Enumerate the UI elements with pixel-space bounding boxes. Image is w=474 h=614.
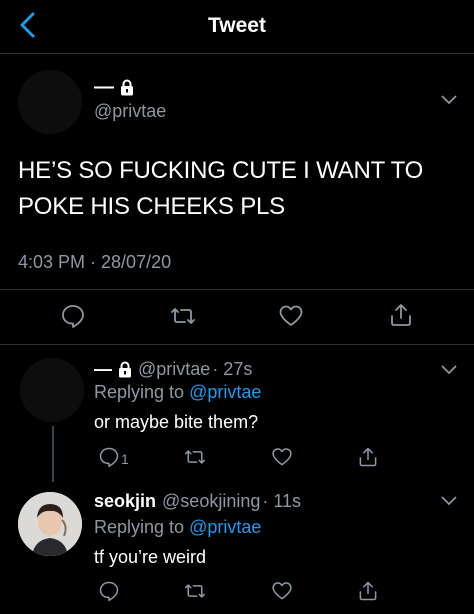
retweet-icon[interactable] xyxy=(180,442,210,472)
avatar[interactable] xyxy=(18,492,82,556)
reply-count: 1 xyxy=(121,451,129,467)
reply-header: seokjin @seokjining · 11s xyxy=(94,491,301,512)
avatar[interactable] xyxy=(18,70,82,134)
author-handle[interactable]: @seokjining xyxy=(162,491,260,512)
share-icon[interactable] xyxy=(386,300,416,330)
author-handle[interactable]: @privtae xyxy=(138,359,210,380)
retweet-icon[interactable] xyxy=(168,301,198,331)
like-icon[interactable] xyxy=(267,442,297,472)
reply-header: — @privtae · 27s xyxy=(94,359,252,380)
replying-to-link[interactable]: @privtae xyxy=(189,517,261,537)
lock-icon xyxy=(119,361,131,378)
divider xyxy=(0,289,474,290)
replying-to: Replying to @privtae xyxy=(94,517,262,537)
top-bar: Tweet xyxy=(0,0,474,54)
reply-time: · 27s xyxy=(212,359,253,379)
divider xyxy=(0,344,474,345)
share-icon[interactable] xyxy=(353,576,383,606)
author-name[interactable]: — xyxy=(94,359,112,380)
author-name[interactable]: seokjin xyxy=(94,491,156,512)
like-icon[interactable] xyxy=(267,576,297,606)
author-name[interactable]: — xyxy=(94,76,134,99)
chevron-down-icon[interactable] xyxy=(441,95,457,105)
tweet-timestamp[interactable]: 4:03 PM · 28/07/20 xyxy=(18,252,171,273)
replying-to: Replying to @privtae xyxy=(94,382,262,402)
share-icon[interactable] xyxy=(353,442,383,472)
replying-to-link[interactable]: @privtae xyxy=(189,382,261,402)
avatar-photo xyxy=(18,492,82,556)
like-icon[interactable] xyxy=(276,301,306,331)
tweet-text: HE’S SO FUCKING CUTE I WANT TO POKE HIS … xyxy=(18,157,424,220)
lock-icon xyxy=(121,79,133,96)
author-handle[interactable]: @privtae xyxy=(94,101,166,122)
reply-icon[interactable] xyxy=(58,301,88,331)
reply-icon[interactable] xyxy=(94,442,124,472)
thread-line xyxy=(52,426,54,482)
reply-text: tf you’re weird xyxy=(94,547,207,567)
avatar[interactable] xyxy=(20,358,84,422)
reply-text: or maybe bite them? xyxy=(94,412,259,432)
page-title: Tweet xyxy=(208,14,266,37)
reply-icon[interactable] xyxy=(94,576,124,606)
chevron-down-icon[interactable] xyxy=(441,496,457,506)
chevron-down-icon[interactable] xyxy=(441,365,457,375)
reply-time: · 11s xyxy=(262,491,302,511)
retweet-icon[interactable] xyxy=(180,576,210,606)
